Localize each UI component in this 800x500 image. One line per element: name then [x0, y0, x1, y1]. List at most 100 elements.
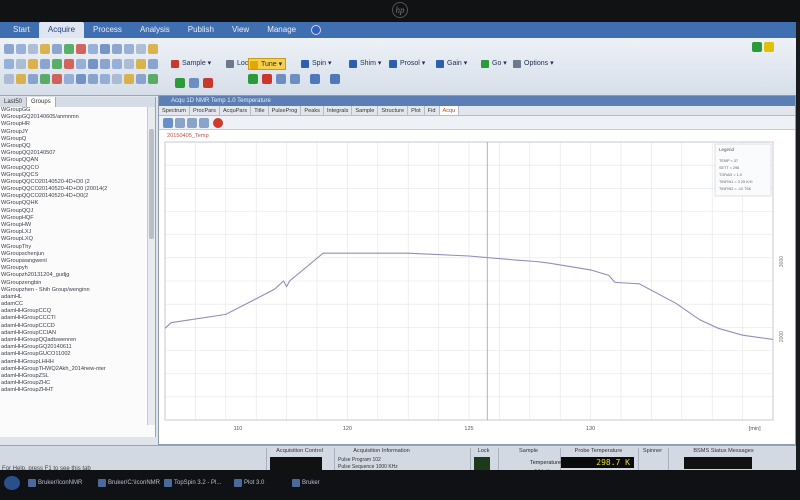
plot-tab-plot[interactable]: Plot [408, 106, 425, 115]
dataset-list-item[interactable]: WGroupHW [0, 222, 155, 229]
plot-tab-procpars[interactable]: ProcPars [190, 106, 220, 115]
tool-icon[interactable] [40, 44, 50, 54]
gain-button[interactable]: Gain ▾ [435, 58, 467, 70]
dataset-list-item[interactable]: WGroupyh [0, 265, 155, 272]
dataset-list-item[interactable]: WGroupschenjun [0, 251, 155, 258]
dataset-list-item[interactable]: WGroupQQCO20140520-4D+D0 (20014(2 [0, 186, 155, 193]
tool-icon[interactable] [136, 74, 146, 84]
dataset-list-item[interactable]: WGroupQQCO [0, 165, 155, 172]
tool-icon[interactable] [52, 44, 62, 54]
menu-publish[interactable]: Publish [179, 22, 223, 38]
taskbar-item[interactable]: Bruker [290, 476, 320, 490]
tool-icon[interactable] [16, 74, 26, 84]
tool-icon[interactable] [124, 59, 134, 69]
options-button[interactable]: Options ▾ [512, 58, 554, 70]
menu-start[interactable]: Start [4, 22, 39, 38]
dataset-list-item[interactable]: adamHHGroupZSL [0, 373, 155, 380]
dataset-list-item[interactable]: adamHHGroupCCCD [0, 323, 155, 330]
menu-acquire[interactable]: Acquire [38, 22, 85, 38]
tool-icon[interactable] [88, 74, 98, 84]
taskbar-item[interactable]: Plot 3.0 [232, 476, 264, 490]
tool-icon[interactable] [148, 74, 158, 84]
checkmark-icon[interactable] [752, 42, 762, 52]
action-icon[interactable] [175, 78, 185, 88]
action-icon[interactable] [203, 78, 213, 88]
dataset-list-item[interactable]: adamHL [0, 294, 155, 301]
dataset-list-item[interactable]: WGroupQQ [0, 143, 155, 150]
plot-tab-sample[interactable]: Sample [352, 106, 379, 115]
tool-icon[interactable] [124, 74, 134, 84]
dataset-list-item[interactable]: WGroupQQCS [0, 172, 155, 179]
scrollbar-thumb[interactable] [149, 129, 154, 239]
dataset-list-item[interactable]: WGroupQQCO20140520-4D+D0(2 [0, 193, 155, 200]
dataset-list-item[interactable]: adamHHGroupTHWQ2Akh_2014new-nter [0, 366, 155, 373]
dataset-list-item[interactable]: adamHHGroupLHHH [0, 359, 155, 366]
tool-icon[interactable] [88, 59, 98, 69]
taskbar-item[interactable]: Bruker/IconNMR [26, 476, 82, 490]
tool-icon[interactable] [40, 74, 50, 84]
tool-icon[interactable] [16, 44, 26, 54]
dataset-list-item[interactable]: WGroupQQ20140507 [0, 150, 155, 157]
tool-icon[interactable] [64, 44, 74, 54]
plot-tab-integrals[interactable]: Integrals [324, 106, 353, 115]
dataset-list-item[interactable]: WGroupzhen - Shih Group/wenginn [0, 287, 155, 294]
dataset-list-item[interactable]: WGroupQ [0, 136, 155, 143]
plot-tab-pulseprog[interactable]: PulseProg [269, 106, 302, 115]
tool-icon[interactable] [4, 44, 14, 54]
dataset-list-item[interactable]: WGroupLXQ [0, 236, 155, 243]
cursor-icon[interactable] [175, 118, 185, 128]
menu-process[interactable]: Process [84, 22, 131, 38]
tool-icon[interactable] [100, 74, 110, 84]
taskbar-item[interactable]: TopSpin 3.2 - Pl... [162, 476, 221, 490]
tool-icon[interactable] [28, 59, 38, 69]
tool-icon[interactable] [4, 74, 14, 84]
dataset-list-item[interactable]: adamHHGroupZHC [0, 380, 155, 387]
prosol-button[interactable]: Prosol ▾ [388, 58, 425, 70]
action-icon[interactable] [290, 74, 300, 84]
tool-icon[interactable] [100, 44, 110, 54]
tool-icon[interactable] [64, 74, 74, 84]
tool-icon[interactable] [28, 74, 38, 84]
tool-icon[interactable] [124, 44, 134, 54]
dataset-list-item[interactable]: WGroupzh20131204_gudjg [0, 272, 155, 279]
taskbar-item[interactable]: Bruker/C:\IconNMR [96, 476, 160, 490]
dataset-list-item[interactable]: WGroupQQJ [0, 208, 155, 215]
dataset-list-item[interactable]: WGroupzengbin [0, 280, 155, 287]
action-icon[interactable] [189, 78, 199, 88]
dataset-list-item[interactable]: adamHHGroupZHHT [0, 387, 155, 394]
dataset-list-item[interactable]: adamHHGroupCCIAN [0, 330, 155, 337]
dataset-list-item[interactable]: WGroupJY [0, 129, 155, 136]
tool-icon[interactable] [40, 59, 50, 69]
plot-tab-acqupars[interactable]: AcquPars [220, 106, 252, 115]
help-icon[interactable] [764, 42, 774, 52]
temperature-chart[interactable]: 110 120 125 130 [min] 3000 2000 Legend TEMP = 37… [159, 130, 795, 444]
tool-icon[interactable] [112, 44, 122, 54]
dataset-list-item[interactable]: adamHHGroupQQadtswenren [0, 337, 155, 344]
menu-manage[interactable]: Manage [258, 22, 305, 38]
action-icon[interactable] [262, 74, 272, 84]
tool-icon[interactable] [148, 44, 158, 54]
dataset-list-item[interactable]: adamHHGroupCCCTI [0, 315, 155, 322]
plot-tab-title[interactable]: Title [251, 106, 269, 115]
spin-button[interactable]: Spin ▾ [300, 58, 331, 70]
dataset-list-item[interactable]: adamHHGroupCCQ [0, 308, 155, 315]
dataset-list-item[interactable]: WGroupHQF [0, 215, 155, 222]
shim-button[interactable]: Shim ▾ [348, 58, 381, 70]
tool-icon[interactable] [112, 74, 122, 84]
tool-icon[interactable] [16, 59, 26, 69]
zoom-icon[interactable] [163, 118, 173, 128]
dataset-list-item[interactable]: WGroupLXJ [0, 229, 155, 236]
dataset-list-item[interactable]: WGroupwangwenl [0, 258, 155, 265]
plot-tab-peaks[interactable]: Peaks [301, 106, 324, 115]
tool-icon[interactable] [52, 74, 62, 84]
dataset-list-item[interactable]: WGroupThy [0, 244, 155, 251]
dataset-list-item[interactable]: WGroupQQHK [0, 200, 155, 207]
stop-icon[interactable] [213, 118, 223, 128]
tool-icon[interactable] [136, 44, 146, 54]
tune-button[interactable]: Tune ▾ [248, 58, 287, 70]
reset-icon[interactable] [199, 118, 209, 128]
tool-icon[interactable] [4, 59, 14, 69]
tool-icon[interactable] [136, 59, 146, 69]
action-icon[interactable] [248, 74, 258, 84]
tool-icon[interactable] [52, 59, 62, 69]
